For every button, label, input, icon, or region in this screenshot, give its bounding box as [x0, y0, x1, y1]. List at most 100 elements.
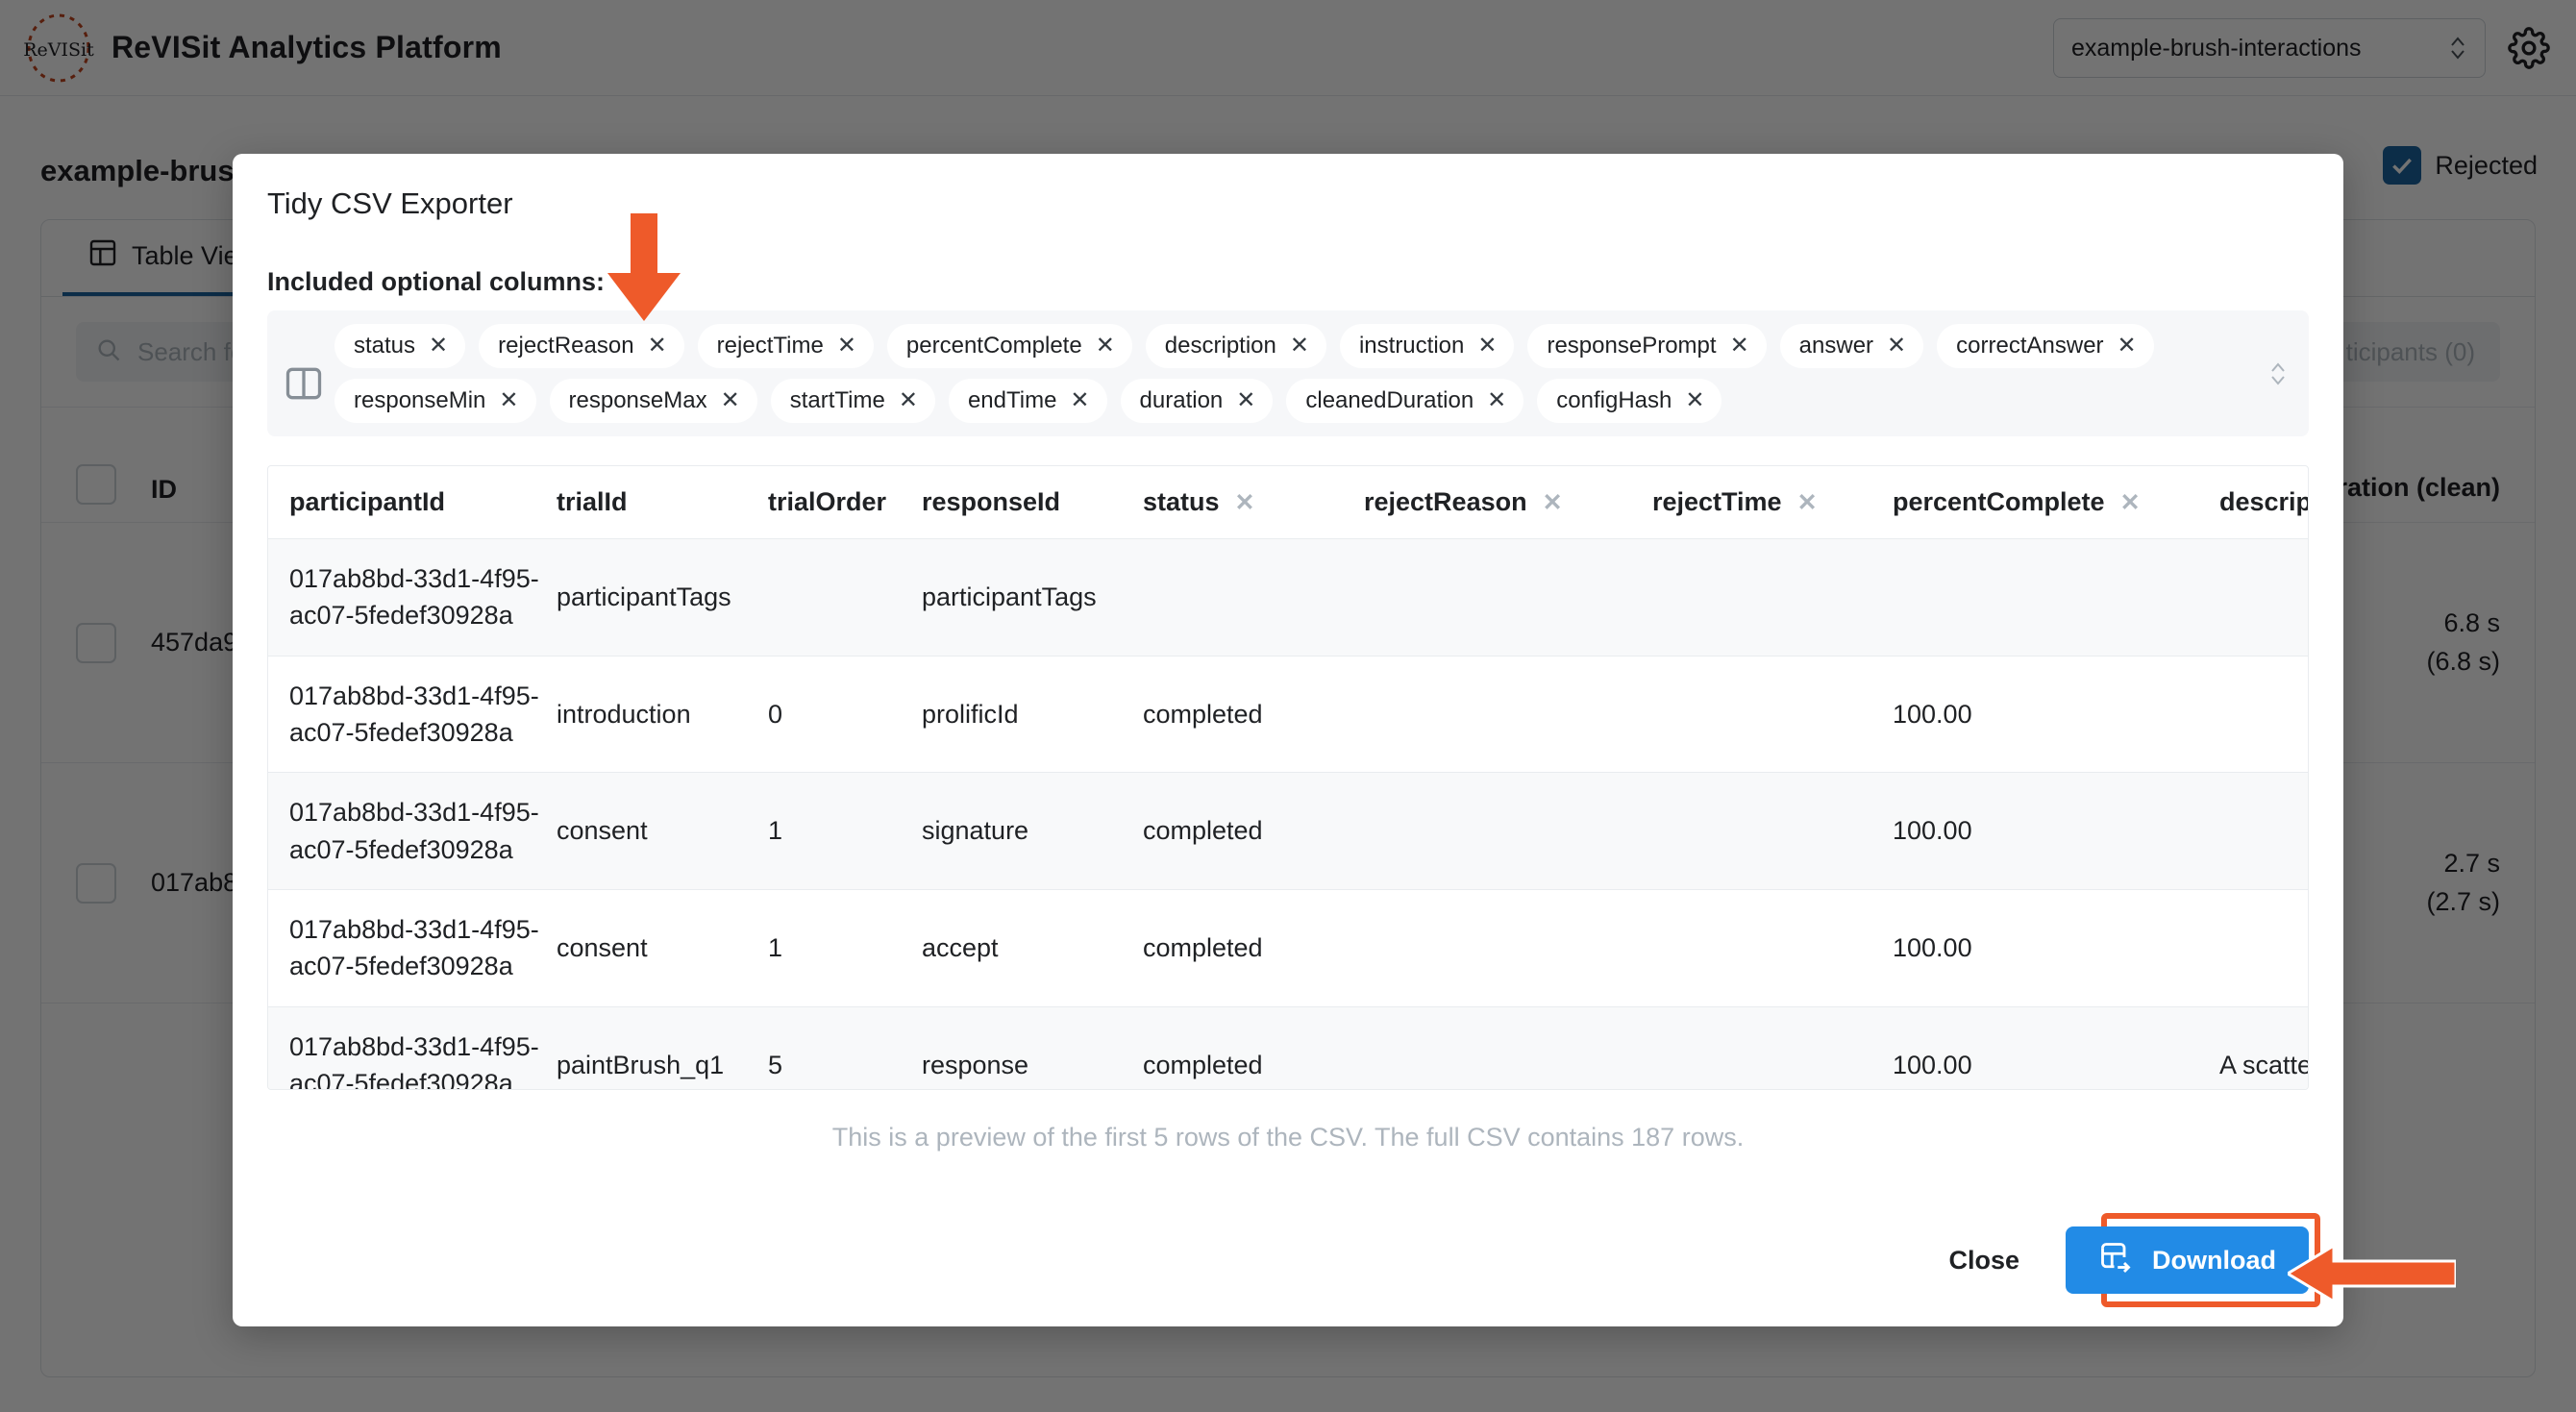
column-pill[interactable]: cleanedDuration ✕ [1286, 379, 1524, 423]
preview-column-label: status [1143, 487, 1220, 516]
preview-column-label: rejectReason [1364, 487, 1527, 516]
column-pill[interactable]: responsePrompt ✕ [1527, 324, 1767, 368]
preview-cell-rejectReason [1364, 1006, 1652, 1089]
remove-column-icon[interactable]: ✕ [1070, 389, 1089, 412]
remove-column-icon[interactable]: ✕ [1543, 488, 1563, 517]
preview-cell-participantId: 017ab8bd-33d1-4f95-ac07-5fedef30928a [268, 538, 557, 656]
preview-cell-participantId: 017ab8bd-33d1-4f95-ac07-5fedef30928a [268, 1006, 557, 1089]
csv-preview-body: 017ab8bd-33d1-4f95-ac07-5fedef30928a part… [268, 538, 2308, 1089]
csv-preview-table-wrapper[interactable]: participantId trialId trialOrder responseId… [267, 465, 2309, 1090]
column-pill[interactable]: rejectTime ✕ [697, 324, 874, 368]
download-button-label: Download [2152, 1245, 2276, 1275]
column-pill[interactable]: instruction ✕ [1339, 324, 1515, 368]
columns-layout-icon [283, 362, 325, 405]
column-pill[interactable]: rejectReason ✕ [479, 324, 684, 368]
included-columns-multiselect[interactable]: status ✕ rejectReason ✕ rejectTime ✕ percentCo… [267, 310, 2309, 436]
csv-preview-table: participantId trialId trialOrder responseId… [268, 466, 2308, 1089]
column-pill[interactable]: configHash ✕ [1537, 379, 1722, 423]
preview-cell-rejectTime [1652, 538, 1893, 656]
preview-cell-rejectReason [1364, 538, 1652, 656]
preview-column-header-status: status ✕ [1143, 466, 1364, 539]
remove-column-icon[interactable]: ✕ [1236, 389, 1255, 412]
remove-column-icon[interactable]: ✕ [1887, 334, 1906, 358]
preview-column-header-percentComplete: percentComplete ✕ [1893, 466, 2219, 539]
close-button[interactable]: Close [1927, 1230, 2041, 1291]
preview-column-label: trialId [557, 487, 628, 516]
column-pill-label: instruction [1358, 333, 1465, 359]
column-pill[interactable]: status ✕ [334, 324, 466, 368]
remove-column-icon[interactable]: ✕ [721, 389, 740, 412]
preview-column-header-responseId: responseId [922, 466, 1143, 539]
remove-column-icon[interactable]: ✕ [899, 389, 918, 412]
selected-column-pills: status ✕ rejectReason ✕ rejectTime ✕ percentCo… [334, 324, 2238, 423]
download-button[interactable]: Download [2066, 1226, 2309, 1294]
preview-cell-trialId: participantTags [557, 538, 768, 656]
preview-cell-trialOrder: 0 [768, 656, 922, 774]
preview-cell-trialId: consent [557, 772, 768, 890]
column-pill[interactable]: startTime ✕ [770, 379, 935, 423]
column-pill[interactable]: correctAnswer ✕ [1937, 324, 2154, 368]
preview-cell-responseId: response [922, 1006, 1143, 1089]
preview-cell-trialId: paintBrush_q1 [557, 1006, 768, 1089]
remove-column-icon[interactable]: ✕ [1797, 488, 1818, 517]
preview-cell-percentComplete: 100.00 [1893, 772, 2219, 890]
remove-column-icon[interactable]: ✕ [1290, 334, 1309, 358]
preview-cell-percentComplete [1893, 538, 2219, 656]
column-pill[interactable]: endTime ✕ [948, 379, 1107, 423]
preview-cell-trialId: consent [557, 889, 768, 1007]
preview-cell-participantId: 017ab8bd-33d1-4f95-ac07-5fedef30928a [268, 889, 557, 1007]
preview-column-header-rejectTime: rejectTime ✕ [1652, 466, 1893, 539]
chevron-updown-icon[interactable] [2268, 359, 2288, 388]
remove-column-icon[interactable]: ✕ [429, 334, 448, 358]
column-pill[interactable]: duration ✕ [1120, 379, 1274, 423]
preview-column-label: rejectTime [1652, 487, 1782, 516]
column-pill[interactable]: description ✕ [1145, 324, 1326, 368]
preview-column-header-rejectReason: rejectReason ✕ [1364, 466, 1652, 539]
column-pill[interactable]: percentComplete ✕ [886, 324, 1132, 368]
preview-cell-trialOrder: 1 [768, 772, 922, 890]
remove-column-icon[interactable]: ✕ [648, 334, 667, 358]
preview-column-header-description: description [2219, 466, 2308, 539]
remove-column-icon[interactable]: ✕ [1235, 488, 1255, 517]
preview-cell-responseId: accept [922, 889, 1143, 1007]
preview-row: 017ab8bd-33d1-4f95-ac07-5fedef30928a part… [268, 538, 2308, 656]
remove-column-icon[interactable]: ✕ [2118, 334, 2137, 358]
remove-column-icon[interactable]: ✕ [1730, 334, 1749, 358]
column-pill-label: percentComplete [905, 333, 1082, 359]
preview-cell-rejectReason [1364, 889, 1652, 1007]
preview-cell-trialOrder: 1 [768, 889, 922, 1007]
preview-cell-description [2219, 889, 2308, 1007]
preview-row: 017ab8bd-33d1-4f95-ac07-5fedef30928a cons… [268, 772, 2308, 890]
column-pill-label: description [1164, 333, 1276, 359]
preview-cell-rejectReason [1364, 772, 1652, 890]
preview-cell-rejectTime [1652, 889, 1893, 1007]
preview-cell-rejectReason [1364, 656, 1652, 774]
remove-column-icon[interactable]: ✕ [499, 389, 518, 412]
remove-column-icon[interactable]: ✕ [1477, 334, 1497, 358]
preview-cell-rejectTime [1652, 656, 1893, 774]
remove-column-icon[interactable]: ✕ [1096, 334, 1115, 358]
preview-cell-responseId: prolificId [922, 656, 1143, 774]
preview-cell-participantId: 017ab8bd-33d1-4f95-ac07-5fedef30928a [268, 772, 557, 890]
column-pill-label: responsePrompt [1547, 333, 1717, 359]
remove-column-icon[interactable]: ✕ [2120, 488, 2141, 517]
preview-cell-rejectTime [1652, 1006, 1893, 1089]
column-pill[interactable]: responseMin ✕ [334, 379, 536, 423]
remove-column-icon[interactable]: ✕ [1487, 389, 1506, 412]
column-pill-label: rejectReason [498, 333, 634, 359]
column-pill-label: correctAnswer [1956, 333, 2104, 359]
included-columns-label: Included optional columns: [267, 267, 605, 296]
column-pill[interactable]: responseMax ✕ [549, 379, 757, 423]
column-pill[interactable]: answer ✕ [1779, 324, 1924, 368]
table-export-icon [2098, 1240, 2133, 1281]
column-pill-label: answer [1798, 333, 1874, 359]
preview-cell-responseId: signature [922, 772, 1143, 890]
preview-cell-status: completed [1143, 772, 1364, 890]
csv-preview-header: participantId trialId trialOrder responseId… [268, 466, 2308, 539]
preview-cell-description [2219, 538, 2308, 656]
remove-column-icon[interactable]: ✕ [837, 334, 856, 358]
preview-cell-status: completed [1143, 656, 1364, 774]
column-pill-label: configHash [1556, 387, 1672, 413]
remove-column-icon[interactable]: ✕ [1685, 389, 1704, 412]
column-pill-label: responseMin [354, 387, 486, 413]
